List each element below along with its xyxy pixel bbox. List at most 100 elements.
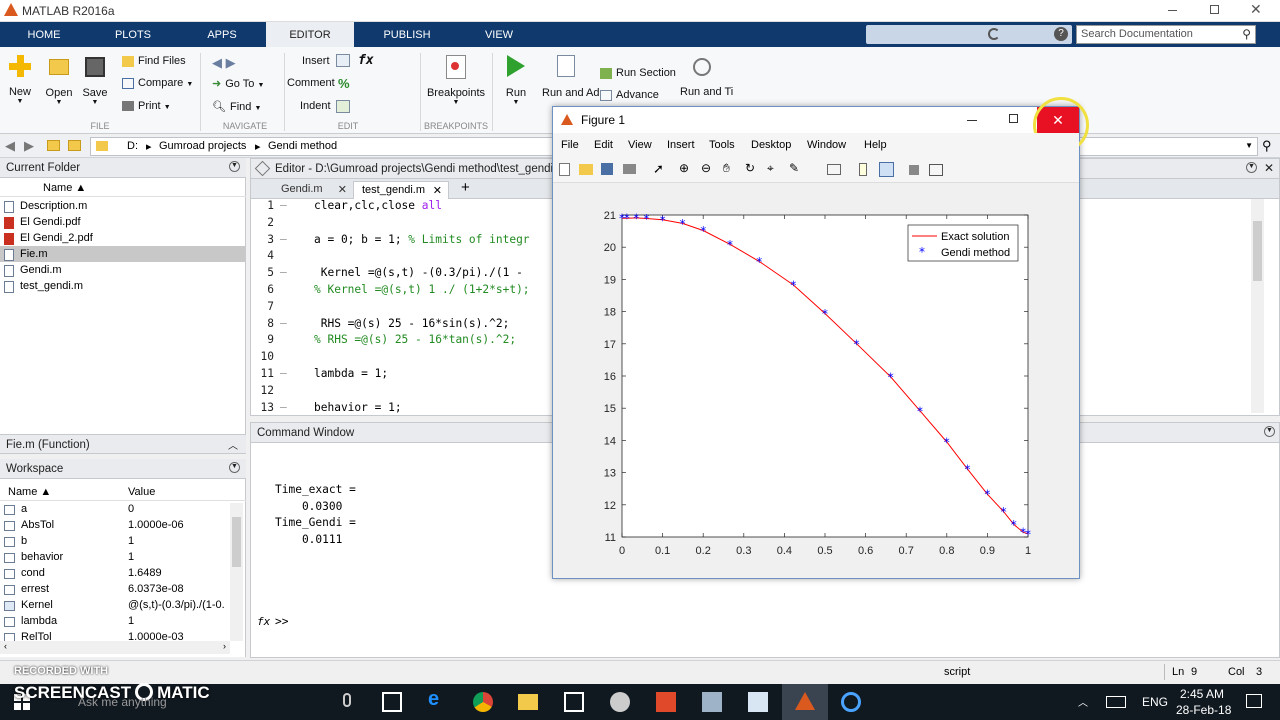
- restore-window-icon[interactable]: [1210, 5, 1219, 14]
- legend[interactable]: Exact solution * Gendi method: [907, 224, 1019, 262]
- menu-tools[interactable]: Tools: [709, 139, 735, 151]
- pointer-icon[interactable]: ➚: [653, 161, 664, 177]
- editor-scrollbar[interactable]: [1251, 199, 1264, 413]
- find-files-button[interactable]: Find Files: [122, 55, 186, 67]
- paint-icon[interactable]: [610, 692, 630, 712]
- keyboard-icon[interactable]: [1106, 696, 1126, 708]
- open-file-icon[interactable]: [579, 164, 593, 175]
- new-tab-plus-icon[interactable]: +: [461, 179, 470, 196]
- up-folder-icon[interactable]: [47, 140, 60, 151]
- command-prompt[interactable]: >>: [275, 615, 288, 628]
- menu-desktop[interactable]: Desktop: [751, 139, 791, 151]
- path-drive[interactable]: D:: [127, 140, 138, 152]
- panel-menu-icon[interactable]: ▼: [229, 462, 240, 473]
- file-explorer-icon[interactable]: [518, 694, 538, 710]
- tab-home[interactable]: HOME: [0, 22, 88, 47]
- panel-menu-icon[interactable]: ▼: [229, 161, 240, 172]
- insert-function-button[interactable]: fx: [358, 53, 374, 68]
- workspace-row[interactable]: cond 1.6489: [4, 567, 240, 583]
- search-folder-icon[interactable]: ⚲: [1262, 138, 1272, 154]
- fx-icon[interactable]: fx: [257, 615, 270, 628]
- code-area[interactable]: 1— clear,clc,close all 2 3— a = 0; b = 1; …: [0, 199, 560, 414]
- workspace-row[interactable]: a0: [4, 503, 240, 519]
- tab-plots[interactable]: PLOTS: [88, 22, 178, 47]
- print-figure-icon[interactable]: [623, 164, 636, 174]
- new-button[interactable]: New ▼: [6, 55, 34, 105]
- column-header-name[interactable]: Name ▲: [0, 179, 246, 197]
- microphone-icon[interactable]: [343, 693, 351, 707]
- tab-apps[interactable]: APPS: [178, 22, 266, 47]
- chrome-icon[interactable]: [473, 692, 493, 712]
- find-button[interactable]: 🔍︎ Find ▼: [212, 100, 261, 113]
- browse-folder-icon[interactable]: [68, 140, 81, 151]
- search-documentation-input[interactable]: Search Documentation ⚲: [1076, 25, 1256, 44]
- zoom-out-icon[interactable]: ⊖: [701, 161, 711, 175]
- path-folder-2[interactable]: Gendi method: [268, 140, 337, 152]
- close-window-icon[interactable]: ✕: [1250, 1, 1262, 18]
- open-button[interactable]: Open ▼: [44, 55, 74, 106]
- minimize-window-icon[interactable]: [1168, 10, 1177, 11]
- undo-icon[interactable]: [988, 28, 1000, 40]
- notepad-icon[interactable]: [748, 692, 768, 712]
- workspace-row[interactable]: RelTol 1.0000e-03: [4, 631, 240, 641]
- advance-button[interactable]: Advance: [600, 89, 659, 101]
- workspace-row[interactable]: AbsTol 1.0000e-06: [4, 519, 240, 535]
- new-figure-icon[interactable]: [559, 163, 570, 176]
- tab-test-gendi-m[interactable]: test_gendi.m ✕: [353, 181, 449, 199]
- comment-percent-icon[interactable]: %: [338, 76, 350, 91]
- menu-insert[interactable]: Insert: [667, 139, 695, 151]
- indent-icon[interactable]: [336, 100, 350, 113]
- matlab-taskbar-icon[interactable]: [795, 692, 815, 710]
- data-cursor-icon[interactable]: ⌖: [767, 161, 774, 176]
- zoom-in-icon[interactable]: ⊕: [679, 161, 689, 175]
- link-plot-icon[interactable]: [827, 164, 841, 175]
- figure-minimize-icon[interactable]: [967, 120, 977, 121]
- workspace-row[interactable]: errest 6.0373e-08: [4, 583, 240, 599]
- tab-publish[interactable]: PUBLISH: [360, 22, 454, 47]
- collapse-chevron-icon[interactable]: ︿: [228, 437, 238, 452]
- menu-view[interactable]: View: [628, 139, 652, 151]
- run-section-button[interactable]: Run Section: [600, 67, 676, 79]
- help-icon[interactable]: ?: [1054, 27, 1068, 41]
- breakpoints-button[interactable]: Breakpoints ▼: [425, 55, 487, 106]
- menu-window[interactable]: Window: [807, 139, 846, 151]
- edge-browser-icon[interactable]: e: [428, 688, 448, 710]
- compare-button[interactable]: Compare ▼: [122, 77, 193, 89]
- tab-gendi-m[interactable]: Gendi.m ✕: [273, 181, 353, 199]
- scroll-thumb[interactable]: [232, 517, 241, 567]
- panel-menu-icon[interactable]: ▼: [1246, 162, 1257, 173]
- language-indicator[interactable]: ENG: [1142, 695, 1168, 709]
- forward-arrow-icon[interactable]: ▶: [24, 138, 34, 154]
- horizontal-scrollbar[interactable]: ‹ ›: [0, 641, 230, 654]
- go-to-button[interactable]: ➜ Go To ▼: [212, 77, 264, 90]
- clock-time[interactable]: 2:45 AM: [1180, 687, 1224, 701]
- column-header-name[interactable]: Name ▲: [8, 486, 51, 498]
- task-view-icon[interactable]: [382, 692, 402, 712]
- scroll-thumb[interactable]: [1253, 221, 1262, 281]
- path-dropdown-icon[interactable]: ▼: [1245, 141, 1253, 150]
- run-and-time-button[interactable]: Run and Ti: [680, 55, 733, 98]
- insert-section-icon[interactable]: [336, 54, 350, 67]
- run-button[interactable]: Run ▼: [500, 55, 532, 106]
- print-button[interactable]: Print ▼: [122, 100, 171, 112]
- legend-toggle-icon[interactable]: [879, 162, 894, 177]
- back-arrow-icon[interactable]: ◀: [5, 138, 15, 154]
- app-window-icon[interactable]: [702, 692, 722, 712]
- notification-chevron-icon[interactable]: ︿: [1078, 694, 1088, 709]
- workspace-row[interactable]: b1: [4, 535, 240, 551]
- workspace-row[interactable]: behavior 1: [4, 551, 240, 567]
- tab-close-icon[interactable]: ✕: [433, 184, 442, 197]
- menu-help[interactable]: Help: [864, 139, 887, 151]
- pan-hand-icon[interactable]: ✋︎: [723, 161, 730, 176]
- workspace-row[interactable]: lambda 1: [4, 615, 240, 631]
- details-bar[interactable]: Fie.m (Function) ︿: [0, 434, 246, 454]
- search-icon[interactable]: ⚲: [1242, 27, 1251, 41]
- save-figure-icon[interactable]: [601, 163, 613, 175]
- pdf-reader-icon[interactable]: [656, 692, 676, 712]
- brush-icon[interactable]: ✎: [789, 161, 799, 175]
- save-button[interactable]: Save ▼: [80, 55, 110, 106]
- store-icon[interactable]: [564, 692, 584, 712]
- menu-file[interactable]: File: [561, 139, 579, 151]
- tab-editor[interactable]: EDITOR: [266, 22, 354, 47]
- show-tools-icon[interactable]: [929, 164, 943, 176]
